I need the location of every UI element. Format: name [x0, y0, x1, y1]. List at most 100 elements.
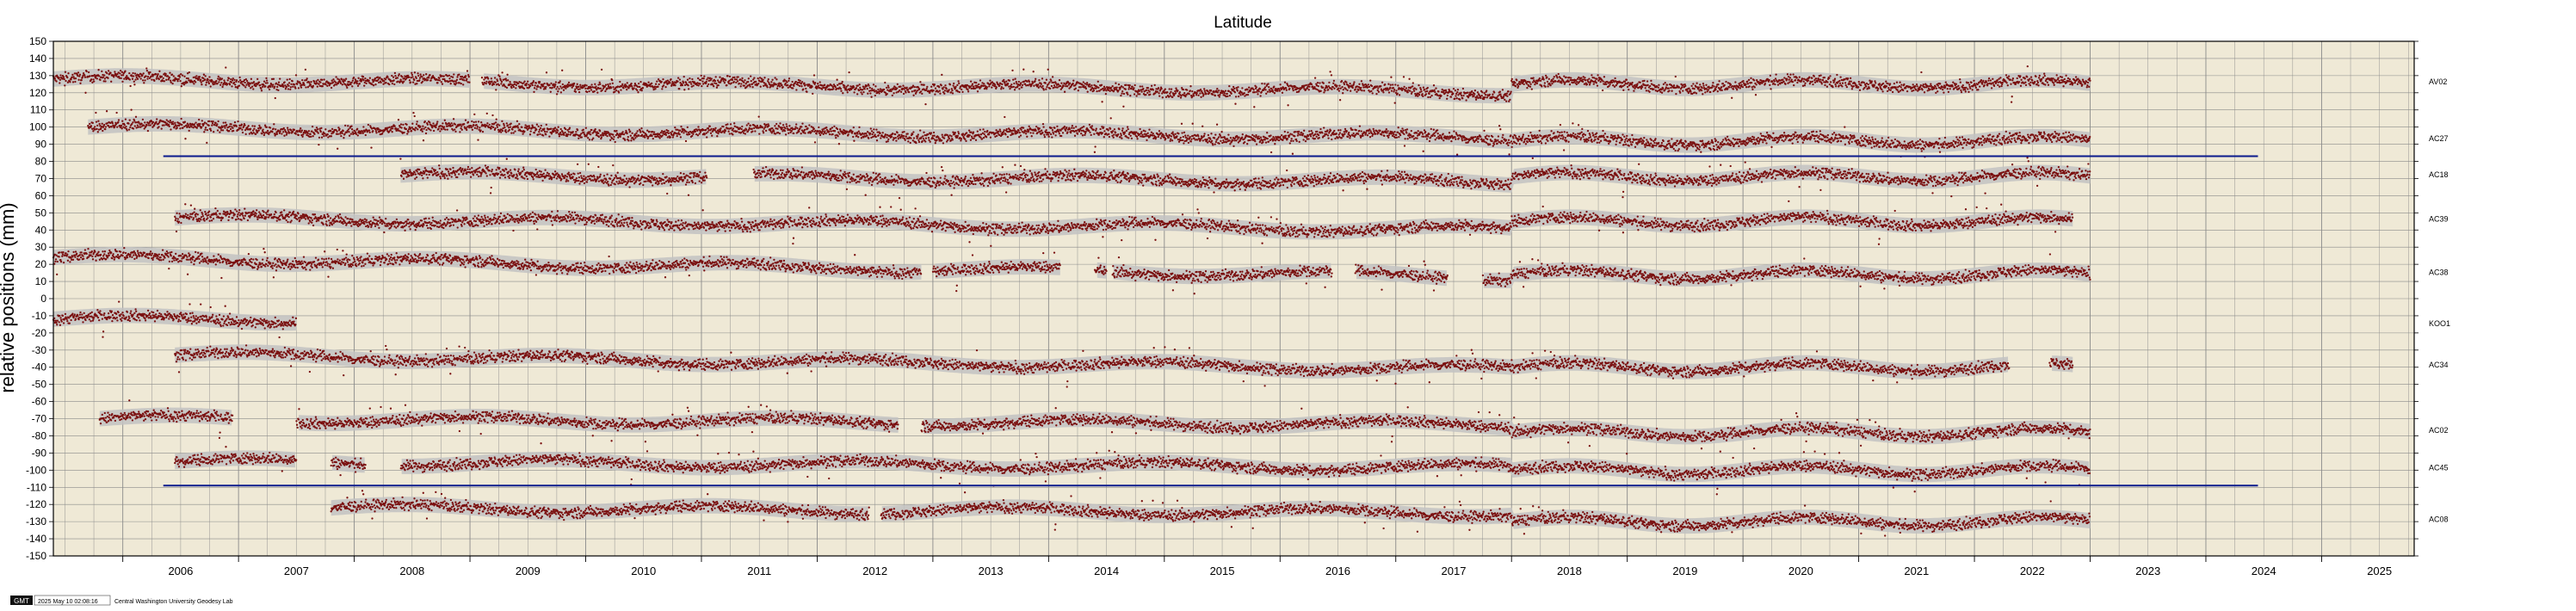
data-point: [637, 91, 639, 93]
data-point: [788, 87, 789, 89]
data-point: [79, 83, 81, 84]
data-point: [261, 89, 263, 91]
data-point: [602, 89, 603, 91]
data-point: [1112, 85, 1114, 87]
data-point: [1541, 85, 1542, 87]
data-point: [911, 90, 913, 92]
data-point: [1424, 89, 1425, 90]
data-point: [692, 84, 694, 86]
data-point: [899, 89, 900, 91]
data-point: [1446, 98, 1448, 100]
data-point: [145, 75, 147, 77]
data-point: [59, 74, 61, 76]
data-point: [419, 73, 421, 75]
data-point: [201, 83, 202, 85]
data-point: [139, 76, 140, 77]
data-point: [394, 72, 396, 74]
data-point: [1165, 96, 1167, 98]
data-point: [509, 81, 510, 83]
data-point: [726, 75, 728, 77]
data-point: [1628, 89, 1629, 90]
data-point: [1287, 104, 1288, 106]
data-point: [1133, 87, 1134, 89]
data-point: [148, 73, 150, 75]
data-point: [607, 83, 608, 85]
data-point: [924, 84, 925, 86]
data-point: [93, 80, 95, 82]
data-point: [537, 86, 539, 88]
data-point: [1702, 93, 1703, 95]
data-point: [1745, 86, 1747, 88]
data-point: [1770, 88, 1771, 89]
data-point: [523, 88, 525, 89]
data-point: [1425, 93, 1427, 95]
data-point: [565, 88, 566, 89]
data-point: [483, 78, 485, 80]
data-point: [1586, 83, 1588, 85]
data-point: [1717, 83, 1719, 85]
data-point: [824, 84, 825, 86]
data-point: [540, 87, 541, 89]
data-point: [1420, 89, 1422, 90]
data-point: [485, 83, 487, 84]
data-point: [269, 89, 270, 90]
data-point: [1376, 85, 1378, 87]
data-point: [59, 79, 61, 81]
data-point: [1754, 86, 1756, 88]
data-point: [689, 77, 690, 79]
data-point: [1498, 98, 1499, 100]
data-point: [724, 82, 726, 83]
data-point: [604, 86, 606, 88]
data-point: [568, 82, 570, 83]
data-point: [134, 72, 136, 74]
data-point: [1232, 86, 1234, 88]
data-point: [1319, 82, 1320, 83]
data-point: [273, 78, 275, 80]
data-point: [1014, 78, 1016, 80]
data-point: [1668, 87, 1670, 89]
data-point: [1146, 89, 1147, 91]
data-point: [1332, 83, 1334, 84]
data-point: [195, 75, 197, 77]
data-point: [1486, 89, 1487, 91]
data-point: [1263, 83, 1265, 84]
data-point: [1751, 82, 1752, 83]
data-point: [1775, 73, 1776, 75]
data-point: [1515, 85, 1517, 87]
data-point: [818, 85, 819, 87]
data-point: [146, 70, 148, 71]
data-point: [1164, 88, 1166, 89]
data-point: [1609, 83, 1610, 85]
data-point: [262, 86, 263, 88]
data-point: [1698, 86, 1700, 88]
data-point: [157, 73, 158, 75]
data-point: [1769, 79, 1770, 81]
data-point: [1504, 99, 1505, 101]
data-point: [845, 86, 847, 88]
data-point: [231, 81, 232, 83]
data-point: [926, 86, 928, 88]
data-point: [158, 71, 160, 72]
data-point: [555, 88, 557, 89]
data-point: [1663, 83, 1665, 85]
data-point: [691, 78, 693, 80]
data-point: [498, 84, 500, 86]
data-point: [1693, 88, 1695, 89]
data-point: [751, 83, 753, 84]
data-point: [914, 89, 916, 91]
data-point: [735, 82, 737, 83]
data-point: [1534, 83, 1535, 85]
data-point: [905, 91, 906, 93]
data-point: [107, 77, 108, 79]
data-point: [1013, 86, 1015, 88]
data-point: [292, 80, 293, 82]
data-point: [1253, 89, 1255, 90]
data-point: [594, 90, 596, 92]
data-point: [1473, 95, 1474, 96]
data-point: [1764, 83, 1766, 84]
data-point: [825, 89, 826, 90]
data-point: [258, 81, 260, 83]
data-point: [929, 92, 930, 94]
data-point: [487, 77, 489, 79]
data-point: [842, 81, 843, 83]
